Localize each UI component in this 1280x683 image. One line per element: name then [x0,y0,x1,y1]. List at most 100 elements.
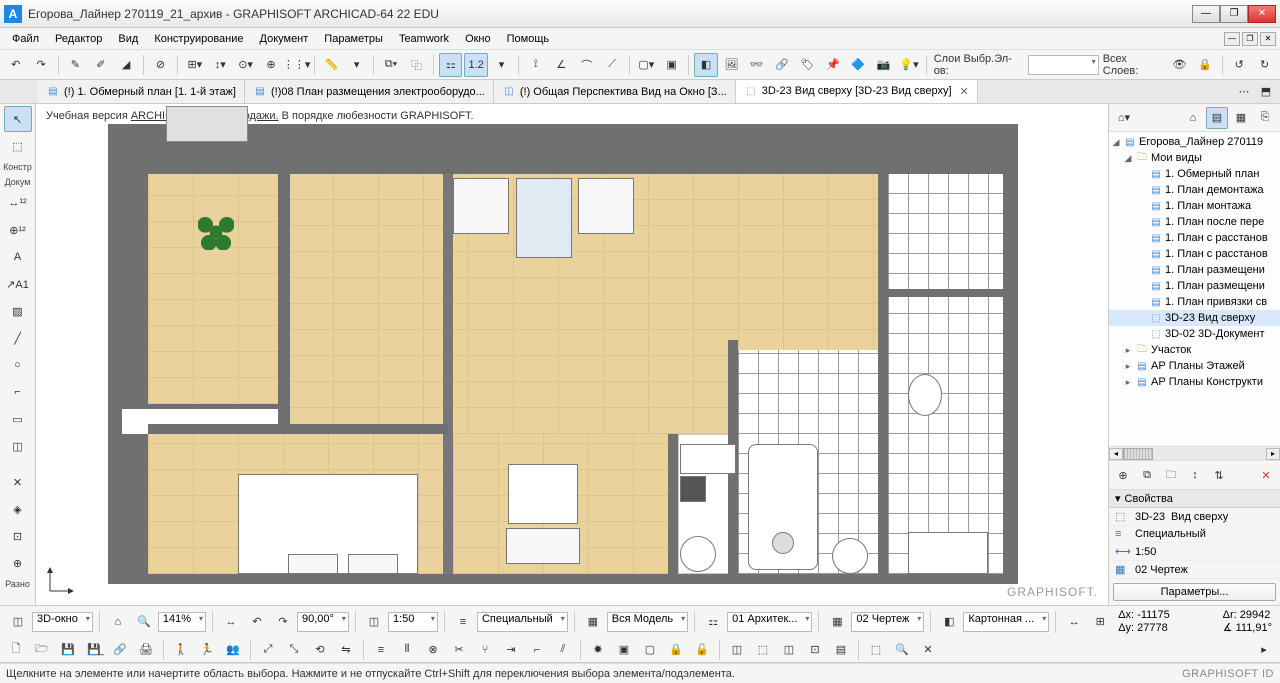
change-tool-icon[interactable]: ⊡ [4,523,32,549]
explode-icon[interactable]: ✸ [586,638,610,662]
measure-icon[interactable]: ⟟ [524,53,547,77]
intersect-icon[interactable]: ⊗ [421,638,445,662]
grid-tool-icon[interactable]: ⊕ [4,550,32,576]
cancel-icon[interactable]: ✕ [916,638,940,662]
layers-icon[interactable]: ≡ [451,610,475,634]
lock-icon[interactable]: 🔒 [1193,53,1216,77]
mdi-close[interactable]: ✕ [1260,32,1276,46]
mdi-restore[interactable]: ❐ [1242,32,1258,46]
dimension-tool-icon[interactable]: ↔¹² [4,190,32,216]
new-icon[interactable]: 🗋 [4,638,28,662]
tree-item-selected[interactable]: ⬚3D-23 Вид сверху [1109,310,1280,326]
ungroup-icon[interactable]: ▢ [638,638,662,662]
text-tool-icon[interactable]: A [4,244,32,270]
pick-icon[interactable]: ✎ [64,53,87,77]
tree-item[interactable]: ▤1. План размещени [1109,262,1280,278]
render-icon[interactable]: 🖼 [720,53,743,77]
penset-icon[interactable]: ▦ [825,610,849,634]
menu-view[interactable]: Вид [110,31,146,47]
tab-nav-icon[interactable]: ⬒ [1256,83,1276,101]
reset-undo-icon[interactable]: ↺ [1227,53,1250,77]
trace-icon[interactable]: ⧉▾ [379,53,402,77]
walk-icon[interactable]: 🚶 [169,638,193,662]
redo-icon[interactable]: ↷ [29,53,52,77]
plot-icon[interactable]: 🖨 [134,638,158,662]
pan-icon[interactable]: ↔ [219,610,243,634]
tree-group[interactable]: ▸▤АР Планы Этажей [1109,358,1280,374]
reno-select[interactable]: 01 Архитек... [727,612,812,632]
menu-teamwork[interactable]: Teamwork [391,31,457,47]
resize-icon[interactable]: ⤡ [282,638,306,662]
angle-select[interactable]: 90,00° [297,612,349,632]
tree-group[interactable]: ▸🗀Участок [1109,342,1280,358]
lock-icon[interactable]: 🔒 [664,638,688,662]
scroll-right-icon[interactable]: ▸ [1266,448,1280,460]
menu-design[interactable]: Конструирование [146,31,251,47]
level-tool-icon[interactable]: ⊕¹² [4,217,32,243]
toolbox-group-more[interactable]: Разно [5,577,30,591]
cube-icon[interactable]: ◫ [6,610,30,634]
adjust-icon[interactable]: ⇥ [499,638,523,662]
menu-help[interactable]: Помощь [499,31,558,47]
tab-electrical[interactable]: ▤ (!)08 План размещения электрооборудо..… [245,80,494,103]
section-tool-icon[interactable]: ◫ [4,433,32,459]
marquee-tool-icon[interactable]: ⬚ [4,133,32,159]
navigator-tree[interactable]: ◢▤Егорова_Лайнер 270119 ◢🗀Мои виды ▤1. О… [1109,132,1280,446]
clone-view-icon[interactable]: ⧉ [1137,465,1157,485]
maximize-button[interactable]: ❐ [1220,5,1248,23]
collab-icon[interactable]: 👥 [221,638,245,662]
3d-viewport[interactable]: Учебная версия ARCHICAD, не для продажи.… [36,104,1108,605]
view-cube-icon[interactable]: ◫ [725,638,749,662]
colorfill-icon[interactable]: ◧ [694,53,717,77]
layer-combo-select[interactable]: Специальный [477,612,568,632]
zoom-home-icon[interactable]: ⌂ [106,610,130,634]
run-icon[interactable]: 🏃 [195,638,219,662]
tree-myviews[interactable]: ◢🗀Мои виды [1109,150,1280,166]
scroll-thumb[interactable] [1123,448,1153,460]
filter-icon[interactable]: ⚏ [439,53,462,77]
suspend-icon[interactable]: ⊘ [149,53,172,77]
detail-icon[interactable]: ⊡ [803,638,827,662]
morph-icon[interactable]: 🔷 [847,53,870,77]
drawing-tool-icon[interactable]: ▭ [4,406,32,432]
snap-icon[interactable]: ⊕ [259,53,282,77]
line-icon[interactable]: ⟋ [600,53,623,77]
tree-item[interactable]: ▤1. План с расстанов [1109,230,1280,246]
close-tab-icon[interactable]: ✕ [960,85,969,98]
tag-icon[interactable]: 🏷 [796,53,819,77]
properties-button[interactable]: Параметры... [1113,583,1276,601]
mirror-icon[interactable]: ⇋ [334,638,358,662]
menu-document[interactable]: Документ [252,31,317,47]
worksheet-icon[interactable]: ▤ [829,638,853,662]
angle-icon[interactable]: ∠ [550,53,573,77]
ruler-icon[interactable]: 📏 [320,53,343,77]
link-icon[interactable]: 🔗 [770,53,793,77]
orbit-fwd-icon[interactable]: ↷ [271,610,295,634]
split-icon[interactable]: ⑂ [473,638,497,662]
section-icon[interactable]: ◫ [777,638,801,662]
model-select[interactable]: Вся Модель [607,612,688,632]
findsel-icon[interactable]: 🔍 [890,638,914,662]
tree-group[interactable]: ▸▤АР Планы Конструкти [1109,374,1280,390]
menu-window[interactable]: Окно [457,31,499,47]
dim-icon[interactable]: 1.2 [464,53,487,77]
offset-icon[interactable]: ⫽ [551,638,575,662]
nav-viewmap-icon[interactable]: ▤ [1206,107,1228,129]
circle-tool-icon[interactable]: ○ [4,352,32,378]
open-icon[interactable]: 🗁 [30,638,54,662]
tab-overflow-icon[interactable]: ⋯ [1234,83,1254,101]
hotlink-icon[interactable]: 🔗 [108,638,132,662]
toolbox-group-document[interactable]: Докум [5,175,31,189]
saveall-icon[interactable]: 💾̲ [82,638,106,662]
delete-icon[interactable]: ✕ [1256,465,1276,485]
box-icon[interactable]: ▢▾ [635,53,658,77]
dimension-icon[interactable]: ↔ [1062,610,1086,634]
distribute-icon[interactable]: ⫴ [395,638,419,662]
tab-floorplan-1[interactable]: ▤ (!) 1. Обмерный план [1. 1-й этаж] [38,80,245,103]
layer-sel-select[interactable] [1028,55,1099,75]
edit-box-icon[interactable]: ▣ [660,53,683,77]
close-button[interactable]: ✕ [1248,5,1276,23]
scale-select[interactable]: 1:50 [388,612,438,632]
fit-icon[interactable]: ⤢ [256,638,280,662]
nav-publisher-icon[interactable]: ⎘ [1254,107,1276,129]
